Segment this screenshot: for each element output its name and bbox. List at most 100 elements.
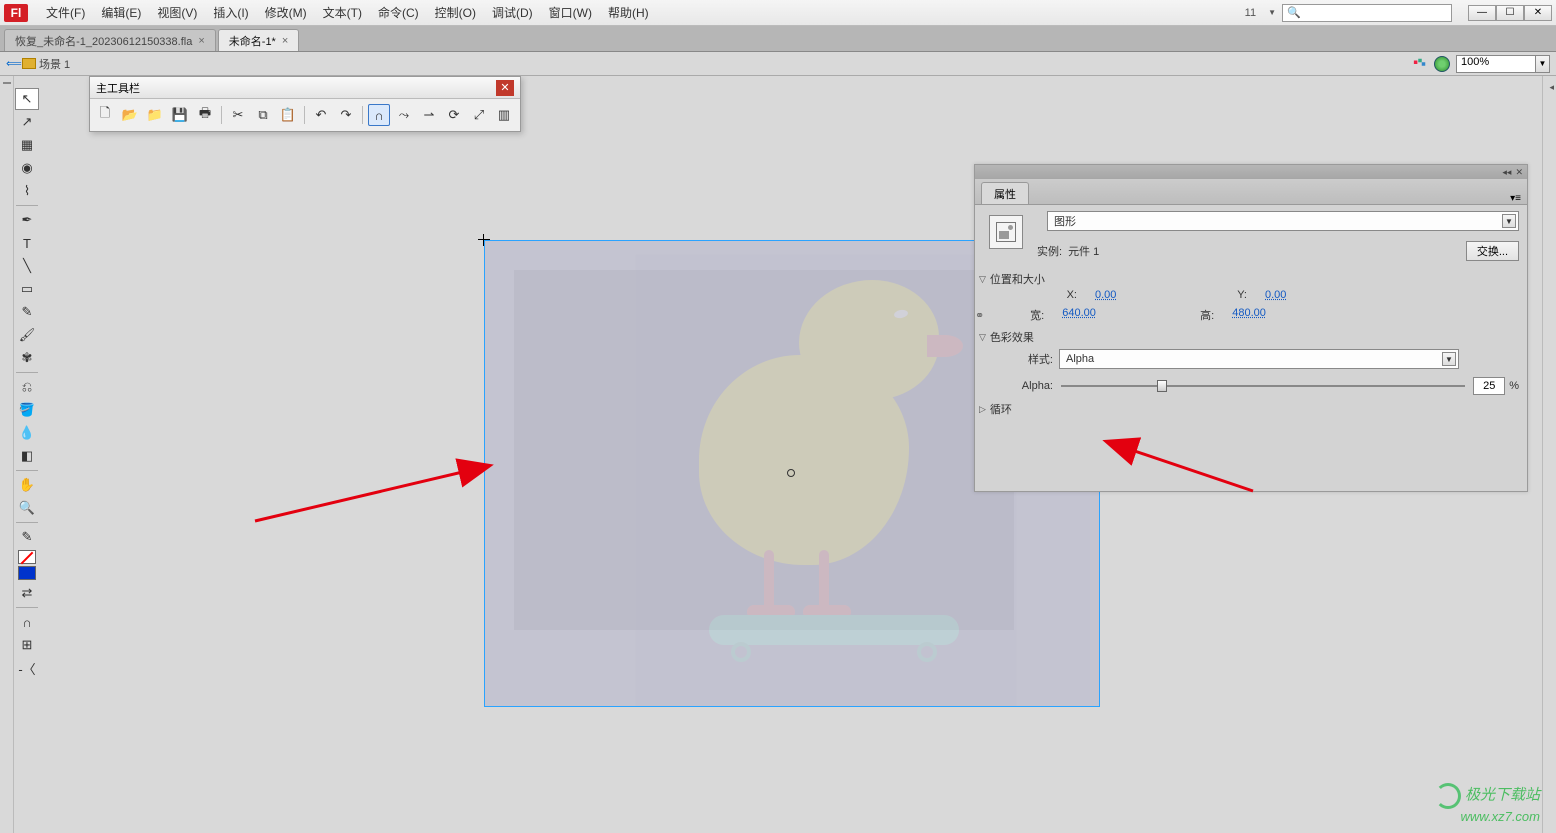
scene-breadcrumb[interactable]: 场景 1 bbox=[22, 56, 70, 72]
section-color-effect[interactable]: ▽ 色彩效果 bbox=[979, 329, 1519, 345]
snap-to-object-icon[interactable]: ∩ bbox=[15, 611, 39, 633]
edit-symbols-icon[interactable] bbox=[1412, 57, 1428, 71]
alpha-slider[interactable] bbox=[1061, 379, 1465, 393]
collapse-icon[interactable]: ◂◂ bbox=[1502, 167, 1511, 178]
text-tool[interactable]: T bbox=[15, 232, 39, 254]
dock-grip-icon[interactable] bbox=[3, 82, 11, 84]
panel-titlebar[interactable]: ◂◂ ✕ bbox=[975, 165, 1527, 179]
style-select[interactable]: Alpha ▼ bbox=[1059, 349, 1459, 369]
menu-modify[interactable]: 修改(M) bbox=[257, 1, 315, 24]
menu-insert[interactable]: 插入(I) bbox=[205, 1, 256, 24]
edit-scene-icon[interactable] bbox=[1434, 56, 1450, 72]
cut-icon[interactable]: ✂ bbox=[227, 104, 249, 126]
canvas-area[interactable]: 主工具栏 ✕ 🗋 📂 📁 💾 🖶 ✂ ⧉ 📋 ↶ ↷ ∩ ⤳ ⇀ bbox=[40, 76, 1542, 833]
paste-icon[interactable]: 📋 bbox=[277, 104, 299, 126]
3d-rotate-tool[interactable]: ◉ bbox=[15, 157, 39, 179]
pen-tool[interactable]: ✒ bbox=[15, 209, 39, 231]
alpha-label: Alpha: bbox=[1007, 380, 1053, 392]
menu-window[interactable]: 窗口(W) bbox=[541, 1, 600, 24]
zoom-select[interactable]: 100% bbox=[1456, 55, 1536, 73]
rectangle-tool[interactable]: ▭ bbox=[15, 278, 39, 300]
zoom-dropdown-icon[interactable]: ▼ bbox=[1536, 55, 1550, 73]
expand-dock-icon[interactable]: ◂ bbox=[1549, 82, 1554, 93]
slider-thumb[interactable] bbox=[1157, 380, 1167, 392]
fill-color-swatch[interactable] bbox=[18, 566, 36, 580]
undo-icon[interactable]: ↶ bbox=[310, 104, 332, 126]
open-icon[interactable]: 📂 bbox=[119, 104, 141, 126]
alpha-row: Alpha: % bbox=[1007, 377, 1519, 395]
brush-tool[interactable]: 🖌 bbox=[15, 324, 39, 346]
file-tab-1[interactable]: 未命名-1* × bbox=[218, 29, 300, 51]
paint-bucket-tool[interactable]: 🪣 bbox=[15, 399, 39, 421]
menu-text[interactable]: 文本(T) bbox=[315, 1, 370, 24]
panel-options-icon[interactable]: ▾≡ bbox=[1504, 193, 1527, 204]
line-tool[interactable]: ╲ bbox=[15, 255, 39, 277]
eraser-tool[interactable]: ◧ bbox=[15, 445, 39, 467]
properties-tab[interactable]: 属性 bbox=[981, 182, 1029, 204]
new-icon[interactable]: 🗋 bbox=[94, 104, 116, 126]
align-icon[interactable]: ▥ bbox=[493, 104, 515, 126]
menu-view[interactable]: 视图(V) bbox=[149, 1, 205, 24]
minimize-button[interactable]: — bbox=[1468, 5, 1496, 21]
options-tool-1[interactable]: ⊞ bbox=[15, 634, 39, 656]
copy-icon[interactable]: ⧉ bbox=[252, 104, 274, 126]
stroke-color-swatch[interactable] bbox=[18, 550, 36, 564]
dropdown-icon[interactable]: ▼ bbox=[1502, 214, 1516, 228]
section-label: 位置和大小 bbox=[990, 271, 1045, 287]
bone-tool[interactable]: ⎌ bbox=[15, 376, 39, 398]
hand-tool[interactable]: ✋ bbox=[15, 474, 39, 496]
tab-close-icon[interactable]: × bbox=[198, 35, 204, 47]
menu-debug[interactable]: 调试(D) bbox=[484, 1, 541, 24]
workspace-dropdown-arrow-icon[interactable]: ▼ bbox=[1268, 8, 1276, 17]
tab-close-icon[interactable]: × bbox=[282, 35, 288, 47]
menu-control[interactable]: 控制(O) bbox=[427, 1, 484, 24]
menu-commands[interactable]: 命令(C) bbox=[370, 1, 427, 24]
smooth-icon[interactable]: ⤳ bbox=[393, 104, 415, 126]
panel-close-button[interactable]: ✕ bbox=[496, 80, 514, 96]
rotate-icon[interactable]: ⟳ bbox=[443, 104, 465, 126]
scale-icon[interactable]: ⤢ bbox=[468, 104, 490, 126]
lasso-tool[interactable]: ⌇ bbox=[15, 180, 39, 202]
print-icon[interactable]: 🖶 bbox=[194, 104, 216, 126]
menu-edit[interactable]: 编辑(E) bbox=[93, 1, 149, 24]
pencil-tool[interactable]: ✎ bbox=[15, 301, 39, 323]
section-loop[interactable]: ▷ 循环 bbox=[979, 401, 1519, 417]
snap-magnet-icon[interactable]: ∩ bbox=[368, 104, 390, 126]
close-button[interactable]: ✕ bbox=[1524, 5, 1552, 21]
menu-file[interactable]: 文件(F) bbox=[38, 1, 93, 24]
menu-help[interactable]: 帮助(H) bbox=[600, 1, 657, 24]
lock-aspect-icon[interactable]: ⚭ bbox=[975, 309, 984, 322]
x-value[interactable]: 0.00 bbox=[1095, 289, 1175, 301]
maximize-button[interactable]: ☐ bbox=[1496, 5, 1524, 21]
height-value[interactable]: 480.00 bbox=[1232, 307, 1312, 323]
deco-tool[interactable]: ✾ bbox=[15, 347, 39, 369]
instance-type-value: 图形 bbox=[1054, 213, 1076, 229]
workspace-dropdown-number[interactable]: 11 bbox=[1239, 7, 1262, 19]
panel-dock-left bbox=[0, 76, 14, 833]
swap-button[interactable]: 交换... bbox=[1466, 241, 1519, 261]
save-icon[interactable]: 💾 bbox=[169, 104, 191, 126]
main-toolbar-title[interactable]: 主工具栏 ✕ bbox=[90, 77, 520, 99]
transform-origin-icon bbox=[787, 469, 795, 477]
dropdown-icon[interactable]: ▼ bbox=[1442, 352, 1456, 366]
instance-type-select[interactable]: 图形 ▼ bbox=[1047, 211, 1519, 231]
eyedropper-tool[interactable]: 💧 bbox=[15, 422, 39, 444]
selection-tool[interactable]: ↖ bbox=[15, 88, 39, 110]
zoom-tool[interactable]: 🔍 bbox=[15, 497, 39, 519]
subselection-tool[interactable]: ↗ bbox=[15, 111, 39, 133]
alpha-value-input[interactable] bbox=[1473, 377, 1505, 395]
panel-close-icon[interactable]: ✕ bbox=[1515, 167, 1523, 178]
y-value[interactable]: 0.00 bbox=[1265, 289, 1345, 301]
swap-colors-icon[interactable]: ⇄ bbox=[15, 582, 39, 604]
width-value[interactable]: 640.00 bbox=[1062, 307, 1142, 323]
scene-back-icon[interactable]: ⟸ bbox=[6, 57, 22, 70]
section-position-size[interactable]: ▽ 位置和大小 bbox=[979, 271, 1519, 287]
file-tab-0[interactable]: 恢复_未命名-1_20230612150338.fla × bbox=[4, 29, 216, 51]
straighten-icon[interactable]: ⇀ bbox=[418, 104, 440, 126]
options-tool-2[interactable]: -〈 bbox=[15, 657, 39, 679]
search-input[interactable]: 🔍 bbox=[1282, 4, 1452, 22]
open-recent-icon[interactable]: 📁 bbox=[144, 104, 166, 126]
tool-separator bbox=[16, 607, 38, 608]
redo-icon[interactable]: ↷ bbox=[335, 104, 357, 126]
free-transform-tool[interactable]: ▦ bbox=[15, 134, 39, 156]
